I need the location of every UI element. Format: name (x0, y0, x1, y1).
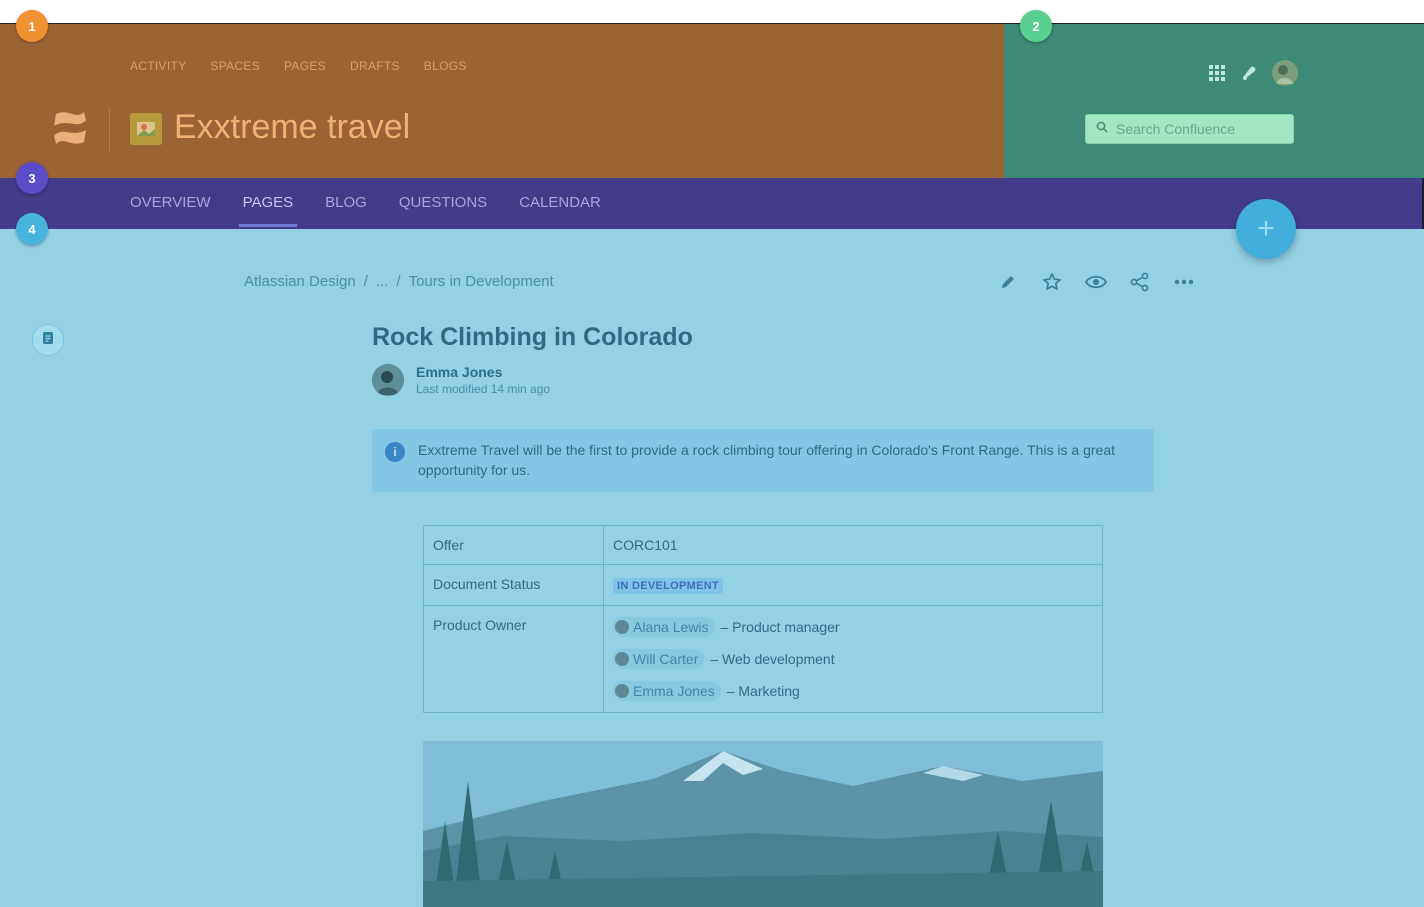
logo-divider (109, 108, 110, 152)
user-mention-will-carter[interactable]: Will Carter (613, 649, 705, 669)
mention-name: Will Carter (633, 651, 699, 667)
confluence-logo-icon[interactable] (50, 108, 90, 148)
info-icon: i (385, 442, 405, 462)
tab-calendar[interactable]: CALENDAR (519, 194, 601, 227)
page-properties-table: Offer CORC101 Document Status IN DEVELOP… (423, 525, 1103, 713)
region-badge-1: 1 (16, 10, 48, 42)
breadcrumb-item-ellipsis[interactable]: ... (376, 273, 389, 290)
owner-item: Emma Jones – Marketing (613, 681, 1093, 701)
owner-item: Alana Lewis – Product manager (613, 617, 1093, 637)
tab-overview[interactable]: OVERVIEW (130, 194, 211, 227)
mention-name: Emma Jones (633, 683, 715, 699)
owner-role: – Product manager (720, 619, 840, 635)
last-modified[interactable]: Last modified 14 min ago (416, 382, 550, 396)
table-row: Offer CORC101 (423, 525, 1103, 565)
header-left-region: ACTIVITY SPACES PAGES DRAFTS BLOGS Exxtr… (0, 24, 1004, 178)
space-title[interactable]: Exxtreme travel (174, 108, 410, 147)
topnav-activity[interactable]: ACTIVITY (130, 59, 186, 73)
region-badge-2: 2 (1020, 10, 1052, 42)
table-cell-value: IN DEVELOPMENT (603, 564, 1103, 606)
mountain-image (423, 741, 1103, 907)
region-badge-3: 3 (16, 162, 48, 194)
info-panel: i Exxtreme Travel will be the first to p… (372, 429, 1154, 492)
plus-icon: + (1257, 212, 1275, 245)
breadcrumb-item-atlassian-design[interactable]: Atlassian Design (244, 273, 356, 290)
owner-role: – Marketing (726, 683, 800, 699)
avatar (615, 652, 629, 666)
space-avatar[interactable] (130, 113, 162, 145)
page-tree-toggle[interactable] (32, 324, 64, 356)
page-content-region: Atlassian Design / ... / Tours in Develo… (0, 229, 1424, 907)
star-icon[interactable] (1040, 270, 1064, 294)
space-tabs: OVERVIEW PAGES BLOG QUESTIONS CALENDAR (130, 194, 601, 227)
confluence-page: ACTIVITY SPACES PAGES DRAFTS BLOGS Exxtr… (0, 0, 1424, 907)
mention-name: Alana Lewis (633, 619, 709, 635)
top-strip (0, 0, 1424, 24)
author-avatar[interactable] (372, 364, 404, 396)
header-right-region (1004, 24, 1424, 178)
user-avatar[interactable] (1272, 60, 1298, 86)
breadcrumb-item-tours[interactable]: Tours in Development (409, 273, 554, 290)
breadcrumb-separator: / (363, 273, 368, 290)
avatar (615, 684, 629, 698)
tab-pages[interactable]: PAGES (238, 194, 297, 227)
space-navigation-bar: OVERVIEW PAGES BLOG QUESTIONS CALENDAR (0, 178, 1424, 229)
page-title: Rock Climbing in Colorado (372, 323, 693, 351)
author-name[interactable]: Emma Jones (416, 364, 502, 380)
page-actions (996, 270, 1196, 294)
document-icon (42, 331, 54, 350)
share-icon[interactable] (1128, 270, 1152, 294)
status-badge: IN DEVELOPMENT (613, 578, 723, 594)
edit-icon[interactable] (996, 270, 1020, 294)
topnav-spaces[interactable]: SPACES (210, 59, 260, 73)
top-navigation: ACTIVITY SPACES PAGES DRAFTS BLOGS (130, 59, 467, 73)
create-button[interactable]: + (1236, 199, 1296, 259)
search-input[interactable] (1116, 121, 1276, 137)
owner-role: – Web development (710, 651, 835, 667)
notification-bell-icon[interactable] (1240, 64, 1258, 82)
avatar (615, 620, 629, 634)
tab-questions[interactable]: QUESTIONS (399, 194, 487, 227)
table-cell-label: Product Owner (423, 605, 604, 713)
table-row: Document Status IN DEVELOPMENT (423, 564, 1103, 606)
user-mention-alana-lewis[interactable]: Alana Lewis (613, 617, 715, 637)
breadcrumb: Atlassian Design / ... / Tours in Develo… (244, 273, 554, 290)
table-cell-label: Offer (423, 525, 604, 565)
table-cell-value: CORC101 (603, 525, 1103, 565)
table-cell-label: Document Status (423, 564, 604, 606)
topnav-pages[interactable]: PAGES (284, 59, 326, 73)
search-box[interactable] (1085, 114, 1294, 144)
table-cell-value: Alana Lewis – Product manager Will Carte… (603, 605, 1103, 713)
watch-icon[interactable] (1084, 270, 1108, 294)
table-row: Product Owner Alana Lewis – Product mana… (423, 605, 1103, 713)
topnav-drafts[interactable]: DRAFTS (350, 59, 400, 73)
info-panel-text: Exxtreme Travel will be the first to pro… (418, 442, 1116, 478)
header-icons (1208, 60, 1298, 86)
tab-blog[interactable]: BLOG (325, 194, 367, 227)
breadcrumb-separator: / (396, 273, 401, 290)
more-icon[interactable] (1172, 270, 1196, 294)
topnav-blogs[interactable]: BLOGS (424, 59, 467, 73)
region-badge-4: 4 (16, 213, 48, 245)
search-icon (1096, 120, 1108, 138)
apps-grid-icon[interactable] (1208, 64, 1226, 82)
owner-item: Will Carter – Web development (613, 649, 1093, 669)
user-mention-emma-jones[interactable]: Emma Jones (613, 681, 721, 701)
